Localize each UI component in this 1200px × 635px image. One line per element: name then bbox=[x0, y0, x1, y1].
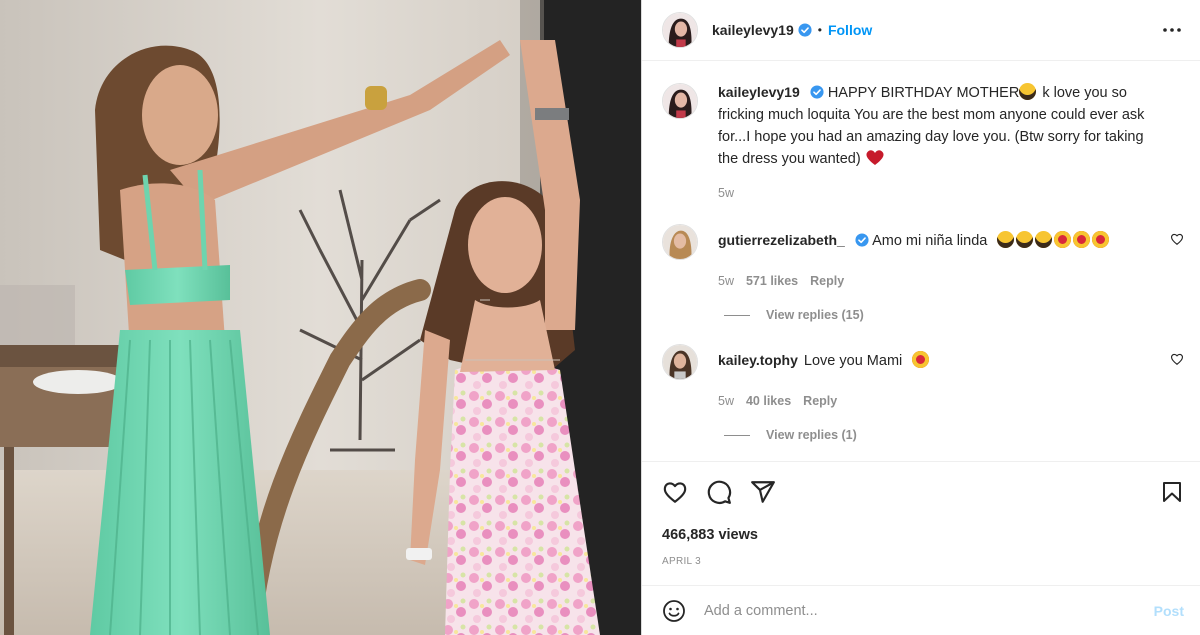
star-struck-emoji-icon bbox=[1054, 231, 1072, 248]
add-comment-input[interactable] bbox=[704, 602, 1154, 619]
share-icon[interactable] bbox=[750, 479, 776, 505]
comments-list[interactable]: kaileylevy19 HAPPY BIRTHDAY MOTHER k lov… bbox=[642, 61, 1200, 461]
grinning-sweat-emoji-icon bbox=[1016, 231, 1034, 248]
caption-text: kaileylevy19 HAPPY BIRTHDAY MOTHER k lov… bbox=[718, 81, 1184, 170]
comment-icon[interactable] bbox=[706, 479, 732, 505]
more-options-icon bbox=[1163, 28, 1181, 32]
commenter-avatar-image bbox=[663, 225, 697, 259]
view-replies-button[interactable]: View replies (1) bbox=[724, 428, 1184, 442]
caption-username[interactable]: kaileylevy19 bbox=[718, 84, 800, 100]
header-separator: • bbox=[817, 23, 822, 37]
view-count[interactable]: 466,883 views bbox=[662, 527, 1184, 543]
post-actions: 466,883 views APRIL 3 bbox=[642, 461, 1200, 567]
comment-likes[interactable]: 40 likes bbox=[746, 394, 791, 408]
view-replies-label: View replies (1) bbox=[766, 428, 857, 442]
caption-age: 5w bbox=[718, 186, 734, 200]
post-comment-button[interactable]: Post bbox=[1154, 603, 1184, 619]
more-options-button[interactable] bbox=[1160, 18, 1184, 42]
comment-age: 5w bbox=[718, 274, 734, 288]
heart-icon[interactable] bbox=[662, 479, 688, 505]
author-avatar[interactable] bbox=[662, 12, 698, 48]
view-replies-label: View replies (15) bbox=[766, 308, 864, 322]
emoji-icon[interactable] bbox=[662, 599, 686, 623]
comment-like-heart-icon[interactable] bbox=[1170, 352, 1184, 366]
verified-badge-icon bbox=[798, 23, 812, 37]
star-struck-emoji-icon bbox=[912, 351, 930, 368]
grinning-sweat-emoji-icon bbox=[1019, 83, 1037, 100]
replies-divider bbox=[724, 434, 750, 436]
follow-button[interactable]: Follow bbox=[828, 22, 872, 38]
bookmark-icon[interactable] bbox=[1160, 479, 1184, 505]
grinning-sweat-emoji-icon bbox=[1035, 231, 1053, 248]
comment-meta: 5w 40 likes Reply bbox=[718, 394, 1184, 408]
commenter-avatar[interactable] bbox=[662, 224, 698, 260]
comment-composer: Post bbox=[642, 585, 1200, 635]
post-media[interactable] bbox=[0, 0, 641, 635]
replies-divider bbox=[724, 314, 750, 316]
comment-item: kailey.tophy Love you Mami bbox=[662, 342, 1184, 380]
verified-badge-icon bbox=[810, 85, 824, 99]
comment-like-heart-icon[interactable] bbox=[1170, 232, 1184, 246]
comment-text: kailey.tophy Love you Mami bbox=[718, 349, 1184, 372]
author-username[interactable]: kaileylevy19 bbox=[712, 22, 794, 38]
caption-text-part1: HAPPY BIRTHDAY MOTHER bbox=[827, 85, 1020, 101]
author-avatar-image bbox=[663, 13, 697, 47]
comment-text: gutierrezelizabeth_ Amo mi niña linda bbox=[718, 229, 1184, 252]
caption-meta: 5w bbox=[718, 186, 1184, 200]
commenter-avatar-image bbox=[663, 345, 697, 379]
post-header: kaileylevy19 • Follow bbox=[642, 0, 1200, 61]
comment-likes[interactable]: 571 likes bbox=[746, 274, 798, 288]
verified-badge-icon bbox=[855, 233, 869, 247]
star-struck-emoji-icon bbox=[1092, 231, 1110, 248]
reply-button[interactable]: Reply bbox=[810, 274, 844, 288]
comment-meta: 5w 571 likes Reply bbox=[718, 274, 1184, 288]
view-replies-button[interactable]: View replies (15) bbox=[724, 308, 1184, 322]
comment-body: Love you Mami bbox=[803, 353, 903, 369]
caption-avatar[interactable] bbox=[662, 83, 698, 119]
comment-age: 5w bbox=[718, 394, 734, 408]
caption: kaileylevy19 HAPPY BIRTHDAY MOTHER k lov… bbox=[662, 81, 1184, 170]
commenter-username[interactable]: gutierrezelizabeth_ bbox=[718, 232, 845, 248]
post-video-frame bbox=[0, 0, 641, 635]
post-side-panel: kaileylevy19 • Follow kaileylevy19 HAPPY… bbox=[641, 0, 1200, 635]
action-bar bbox=[662, 478, 1184, 506]
post-date[interactable]: APRIL 3 bbox=[662, 556, 1184, 567]
commenter-avatar[interactable] bbox=[662, 344, 698, 380]
grinning-sweat-emoji-icon bbox=[997, 231, 1015, 248]
comment-body: Amo mi niña linda bbox=[872, 233, 988, 249]
caption-avatar-image bbox=[663, 84, 697, 118]
red-heart-emoji-icon bbox=[866, 150, 884, 165]
reply-button[interactable]: Reply bbox=[803, 394, 837, 408]
star-struck-emoji-icon bbox=[1073, 231, 1091, 248]
commenter-username[interactable]: kailey.tophy bbox=[718, 352, 798, 368]
comment-item: gutierrezelizabeth_ Amo mi niña linda bbox=[662, 222, 1184, 260]
